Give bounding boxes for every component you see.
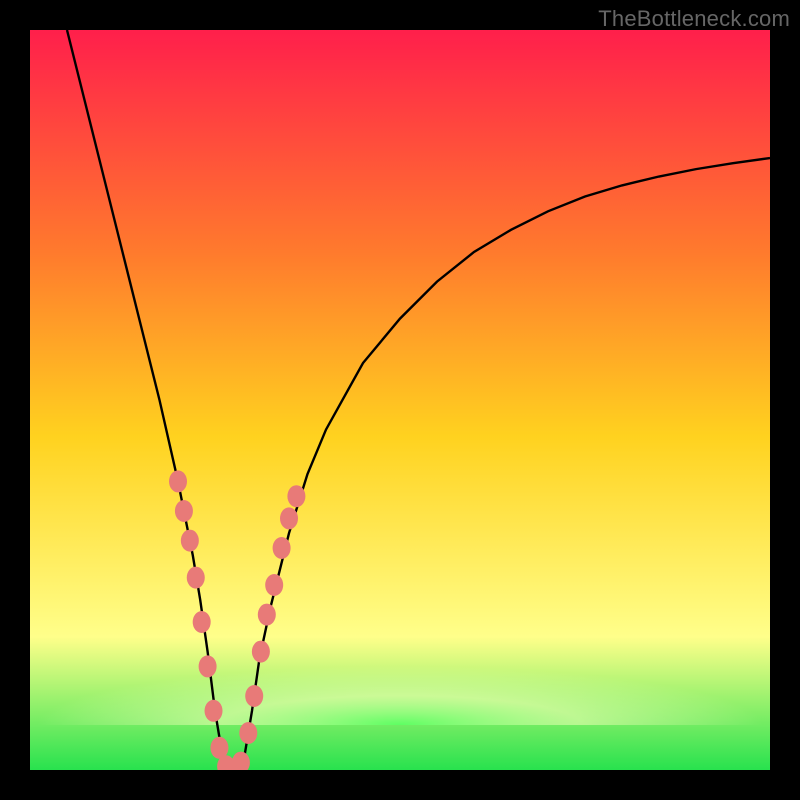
curve-marker bbox=[265, 574, 283, 596]
watermark-text: TheBottleneck.com bbox=[598, 6, 790, 32]
curve-marker bbox=[205, 700, 223, 722]
bottom-glow bbox=[30, 605, 770, 725]
chart-frame: TheBottleneck.com bbox=[0, 0, 800, 800]
curve-marker bbox=[258, 604, 276, 626]
chart-svg bbox=[30, 30, 770, 770]
curve-marker bbox=[199, 655, 217, 677]
curve-marker bbox=[193, 611, 211, 633]
curve-marker bbox=[273, 537, 291, 559]
curve-marker bbox=[239, 722, 257, 744]
plot-area bbox=[30, 30, 770, 770]
curve-marker bbox=[245, 685, 263, 707]
curve-marker bbox=[280, 507, 298, 529]
curve-marker bbox=[175, 500, 193, 522]
curve-marker bbox=[187, 567, 205, 589]
curve-marker bbox=[181, 530, 199, 552]
curve-marker bbox=[252, 641, 270, 663]
curve-marker bbox=[287, 485, 305, 507]
curve-marker bbox=[169, 470, 187, 492]
